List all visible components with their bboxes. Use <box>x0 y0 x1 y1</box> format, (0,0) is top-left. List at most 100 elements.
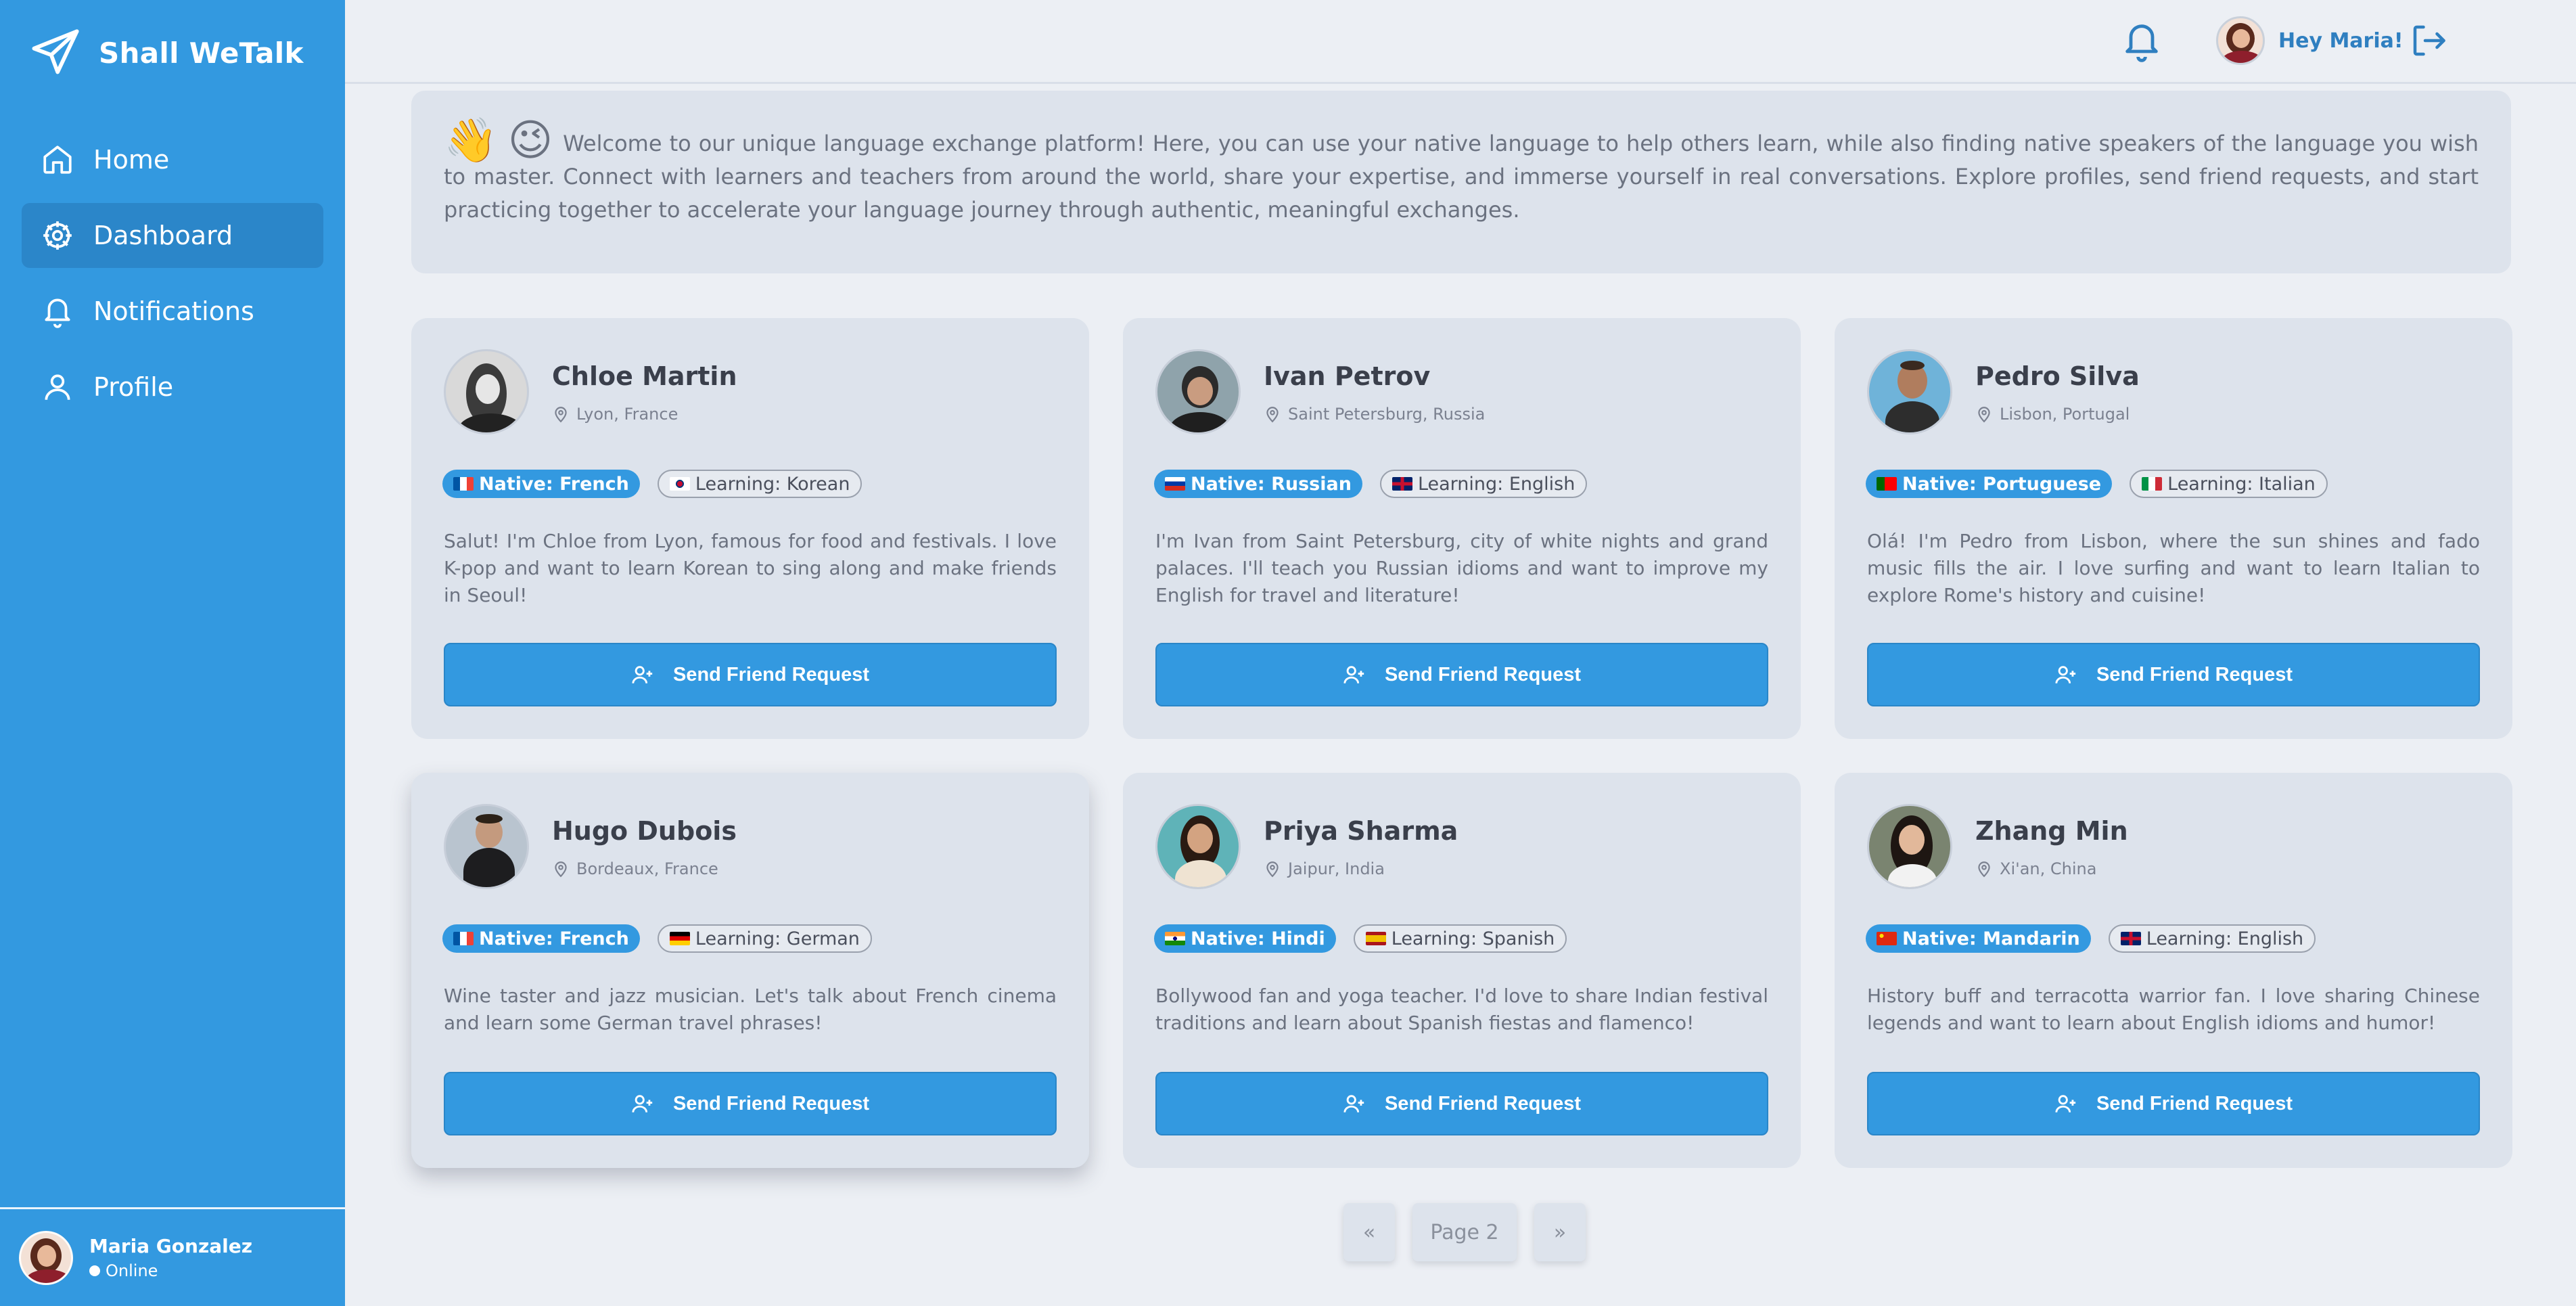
bell-icon <box>45 298 70 328</box>
location-text: Lyon, France <box>576 405 678 424</box>
france-flag-icon <box>453 932 474 945</box>
status-label: Online <box>106 1261 158 1280</box>
map-pin-icon <box>1978 407 1990 423</box>
sidebar-item-label: Profile <box>93 372 174 402</box>
paper-plane-icon <box>32 29 79 74</box>
send-friend-request-button[interactable]: Send Friend Request <box>1155 1072 1768 1135</box>
brand[interactable]: Shall WeTalk <box>30 27 304 78</box>
user-name: Zhang Min <box>1975 816 2128 846</box>
map-pin-icon <box>555 407 567 423</box>
portugal-flag-icon <box>1877 477 1897 491</box>
sidebar-item-notifications[interactable]: Notifications <box>22 279 323 344</box>
user-plus-icon <box>1343 1095 1364 1112</box>
language-tags: Native: Russian Learning: English <box>1154 470 1588 498</box>
learning-language-badge: Learning: Italian <box>2130 470 2328 498</box>
user-plus-icon <box>1343 666 1364 683</box>
sidebar-item-label: Dashboard <box>93 221 233 250</box>
user-plus-icon <box>632 1095 653 1112</box>
user-bio: Olá! I'm Pedro from Lisbon, where the su… <box>1867 530 2480 606</box>
avatar <box>1867 804 1952 889</box>
greeting-text: Hey Maria! <box>2278 28 2404 53</box>
map-pin-icon <box>1266 407 1279 423</box>
learning-language-label: Learning: Korean <box>695 473 850 495</box>
learning-language-label: Learning: English <box>2146 928 2304 949</box>
language-tags: Native: Portuguese Learning: Italian <box>1866 470 2328 498</box>
native-language-badge: Native: French <box>442 470 640 498</box>
language-tags: Native: Hindi Learning: Spanish <box>1154 924 1567 953</box>
sidebar-user[interactable]: Maria Gonzalez Online <box>0 1207 345 1306</box>
sidebar: Shall WeTalk Home Dashboard Notification… <box>0 0 345 1306</box>
learning-language-label: Learning: English <box>1417 473 1576 495</box>
language-tags: Native: Mandarin Learning: English <box>1866 924 2316 953</box>
uk-flag-icon <box>2120 932 2141 945</box>
user-status: Online <box>89 1261 252 1280</box>
location-text: Xi'an, China <box>2000 859 2097 878</box>
send-friend-request-button[interactable]: Send Friend Request <box>444 1072 1057 1135</box>
user-card: Priya Sharma Jaipur, India Native: Hindi… <box>1123 773 1801 1168</box>
native-language-badge: Native: Russian <box>1154 470 1362 498</box>
user-bio: History buff and terracotta warrior fan.… <box>1867 985 2480 1034</box>
button-label: Send Friend Request <box>672 1092 870 1114</box>
sidebar-item-label: Home <box>93 145 170 175</box>
send-friend-request-button[interactable]: Send Friend Request <box>444 643 1057 706</box>
user-plus-icon <box>2055 666 2076 683</box>
home-icon <box>43 145 72 174</box>
avatar <box>444 349 529 434</box>
avatar <box>1867 349 1952 434</box>
dashboard-icon <box>43 221 72 250</box>
learning-language-badge: Learning: English <box>1379 470 1588 498</box>
topbar: Hey Maria! <box>345 0 2576 84</box>
user-card: Chloe Martin Lyon, France Native: French… <box>411 318 1089 739</box>
user-greeting[interactable]: Hey Maria! <box>2216 16 2404 65</box>
user-plus-icon <box>632 666 653 683</box>
location-text: Jaipur, India <box>1288 859 1385 878</box>
avatar <box>2216 16 2265 65</box>
native-language-badge: Native: Hindi <box>1154 924 1336 953</box>
user-bio: Salut! I'm Chloe from Lyon, famous for f… <box>444 530 1057 606</box>
user-location: Bordeaux, France <box>552 859 718 878</box>
user-card: Zhang Min Xi'an, China Native: Mandarin … <box>1835 773 2512 1168</box>
bell-icon[interactable] <box>2120 19 2163 62</box>
user-name: Priya Sharma <box>1264 816 1458 846</box>
avatar <box>444 804 529 889</box>
button-label: Send Friend Request <box>1384 663 1582 685</box>
avatar <box>19 1230 73 1285</box>
logout-icon[interactable] <box>2408 20 2449 61</box>
sidebar-item-home[interactable]: Home <box>22 127 323 192</box>
user-name: Pedro Silva <box>1975 361 2140 391</box>
user-bio: Bollywood fan and yoga teacher. I'd love… <box>1155 985 1768 1034</box>
send-friend-request-button[interactable]: Send Friend Request <box>1155 643 1768 706</box>
send-friend-request-button[interactable]: Send Friend Request <box>1867 643 2480 706</box>
welcome-text: Welcome to our unique language exchange … <box>444 131 2479 223</box>
sidebar-item-dashboard[interactable]: Dashboard <box>22 203 323 268</box>
user-location: Lyon, France <box>552 405 678 424</box>
native-language-label: Native: Portuguese <box>1902 473 2102 495</box>
germany-flag-icon <box>669 932 690 945</box>
native-language-label: Native: French <box>479 928 629 949</box>
user-location: Xi'an, China <box>1975 859 2096 878</box>
prev-page-button[interactable]: « <box>1343 1203 1395 1261</box>
india-flag-icon <box>1165 932 1185 945</box>
native-language-label: Native: French <box>479 473 629 495</box>
user-bio: Wine taster and jazz musician. Let's tal… <box>444 985 1057 1034</box>
next-page-button[interactable]: » <box>1534 1203 1586 1261</box>
user-name: Chloe Martin <box>552 361 737 391</box>
location-text: Saint Petersburg, Russia <box>1288 405 1486 424</box>
native-language-badge: Native: Mandarin <box>1866 924 2091 953</box>
learning-language-label: Learning: Italian <box>2167 473 2316 495</box>
learning-language-badge: Learning: Spanish <box>1353 924 1567 953</box>
pagination: « Page 2 » <box>1343 1203 1586 1261</box>
sidebar-item-profile[interactable]: Profile <box>22 355 323 420</box>
user-name: Maria Gonzalez <box>89 1235 253 1257</box>
button-label: Send Friend Request <box>2096 1092 2293 1114</box>
user-location: Saint Petersburg, Russia <box>1264 405 1485 424</box>
user-location: Jaipur, India <box>1264 859 1385 878</box>
native-language-label: Native: Russian <box>1191 473 1352 495</box>
send-friend-request-button[interactable]: Send Friend Request <box>1867 1072 2480 1135</box>
user-card: Ivan Petrov Saint Petersburg, Russia Nat… <box>1123 318 1801 739</box>
location-text: Lisbon, Portugal <box>2000 405 2130 424</box>
avatar <box>1155 349 1241 434</box>
uk-flag-icon <box>1392 477 1412 491</box>
user-icon <box>45 374 70 400</box>
avatar <box>1155 804 1241 889</box>
